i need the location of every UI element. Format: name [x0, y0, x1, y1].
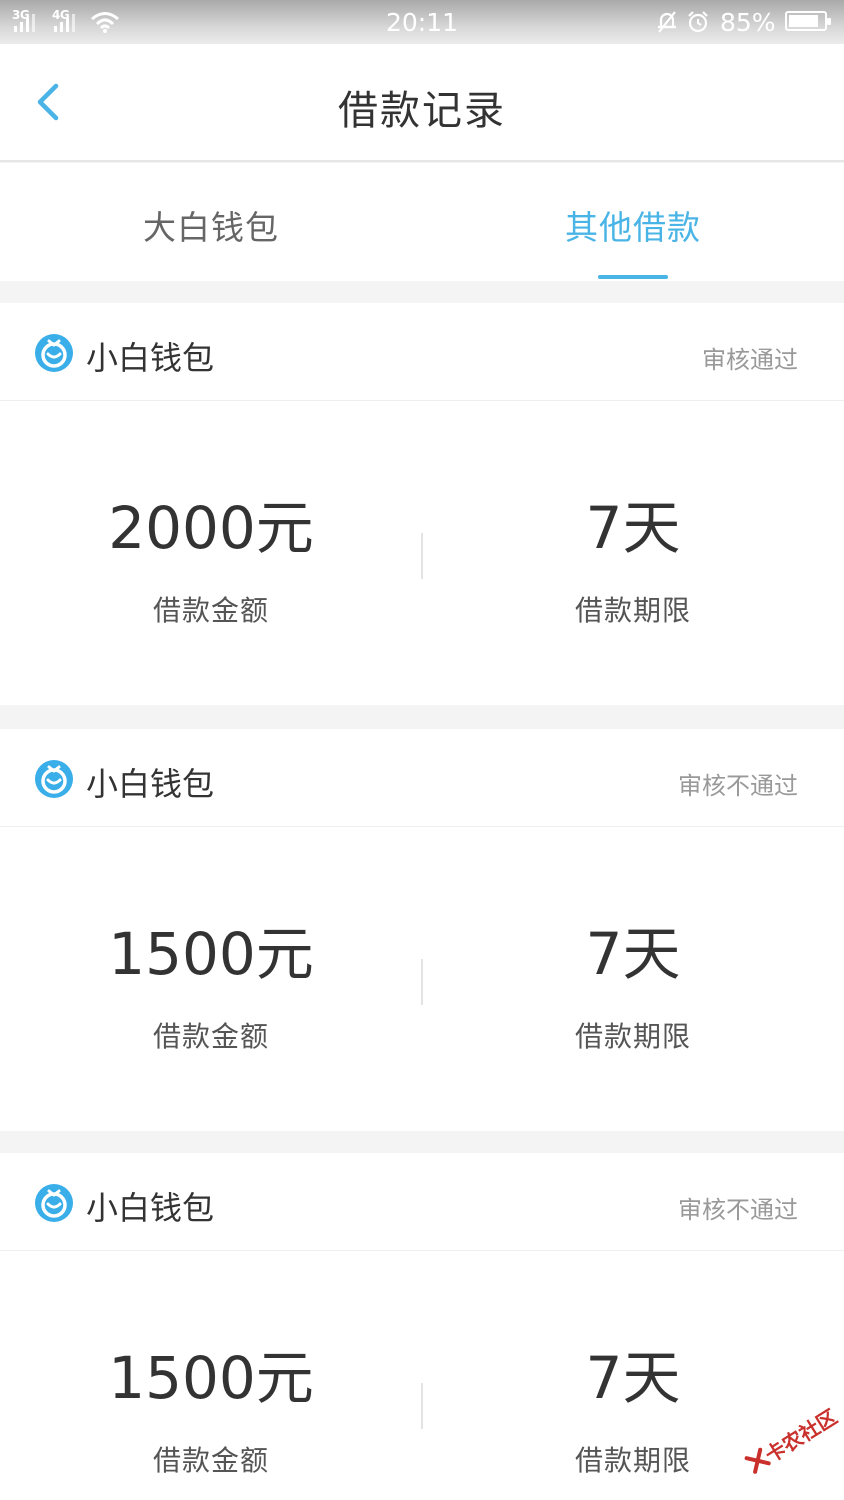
amount-column: 1500元 借款金额	[0, 1251, 422, 1500]
term-column: 7天 借款期限	[422, 401, 844, 705]
loan-term: 7天	[585, 920, 681, 988]
battery-icon	[785, 11, 831, 31]
loan-amount-label: 借款金额	[152, 594, 269, 627]
tab-label: 其他借款	[565, 208, 701, 247]
page-title: 借款记录	[338, 88, 506, 134]
loan-amount: 1500元	[108, 1344, 314, 1412]
alarm-clock-icon	[688, 11, 708, 33]
loan-record-card[interactable]: 小白钱包 审核不通过 1500元 借款金额 7天 借款期限	[0, 1153, 844, 1500]
xiaobai-wallet-icon	[35, 334, 73, 372]
record-header: 小白钱包 审核不通过	[0, 1153, 844, 1251]
tab-indicator	[176, 275, 246, 279]
loan-term-label: 借款期限	[574, 1020, 691, 1053]
loan-amount-label: 借款金额	[152, 1020, 269, 1053]
loan-amount: 2000元	[108, 494, 314, 562]
term-column: 7天 借款期限	[422, 827, 844, 1131]
status-bar: 3G 4G 20:11 85%	[0, 0, 844, 44]
review-status: 审核不通过	[678, 1196, 798, 1224]
loan-term: 7天	[585, 494, 681, 562]
loan-record-card[interactable]: 小白钱包 审核不通过 1500元 借款金额 7天 借款期限	[0, 729, 844, 1131]
loan-amount-label: 借款金额	[152, 1444, 269, 1477]
mute-bell-icon	[658, 11, 676, 33]
tab-label: 大白钱包	[143, 208, 279, 247]
tab-other-loans[interactable]: 其他借款	[422, 163, 844, 281]
review-status: 审核不通过	[678, 772, 798, 800]
app-name: 小白钱包	[86, 339, 215, 377]
battery-level-fill	[789, 15, 818, 27]
amount-column: 2000元 借款金额	[0, 401, 422, 705]
status-time: 20:11	[385, 8, 459, 37]
app-name: 小白钱包	[86, 1189, 215, 1227]
loan-amount: 1500元	[108, 920, 314, 988]
battery-percent: 85%	[720, 8, 776, 37]
amount-column: 1500元 借款金额	[0, 827, 422, 1131]
nav-header: 借款记录	[0, 44, 844, 162]
loan-term-label: 借款期限	[574, 594, 691, 627]
loan-record-card[interactable]: 小白钱包 审核通过 2000元 借款金额 7天 借款期限	[0, 303, 844, 705]
record-header: 小白钱包 审核不通过	[0, 729, 844, 827]
app-name: 小白钱包	[86, 765, 215, 803]
tab-indicator	[598, 275, 668, 279]
tab-dabai-wallet[interactable]: 大白钱包	[0, 163, 422, 281]
tab-bar: 大白钱包 其他借款	[0, 163, 844, 281]
watermark-text: 卡农社区	[760, 1404, 842, 1468]
xiaobai-wallet-icon	[35, 760, 73, 798]
xiaobai-wallet-icon	[35, 1184, 73, 1222]
record-header: 小白钱包 审核通过	[0, 303, 844, 401]
app-screen: 3G 4G 20:11 85% 借款记录 大白钱包 其他借款 小白钱包 审核通过…	[0, 0, 844, 1500]
review-status: 审核通过	[702, 346, 798, 374]
